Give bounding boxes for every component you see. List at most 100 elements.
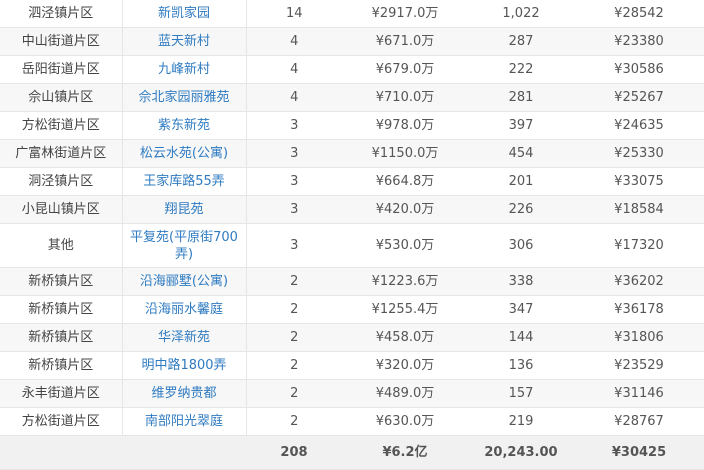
total-price-cell: ¥664.8万 xyxy=(342,167,468,196)
community-link[interactable]: 明中路1800弄 xyxy=(122,351,247,380)
unit-price-cell: ¥23529 xyxy=(574,351,704,380)
district-cell: 方松街道片区 xyxy=(0,407,123,436)
community-link[interactable]: 紫东新苑 xyxy=(122,111,247,140)
totals-area: 20,243.00 xyxy=(468,435,574,470)
community-link[interactable]: 松云水苑(公寓) xyxy=(122,139,247,168)
community-name[interactable]: 平复苑(平原街700弄) xyxy=(129,229,239,263)
listing-count-cell: 3 xyxy=(246,139,342,168)
totals-unit-price: ¥30425 xyxy=(574,435,704,470)
community-link[interactable]: 王家库路55弄 xyxy=(122,167,247,196)
district-cell: 岳阳街道片区 xyxy=(0,55,123,84)
total-price-cell: ¥420.0万 xyxy=(342,195,468,224)
total-price-cell: ¥630.0万 xyxy=(342,407,468,436)
total-price-cell: ¥710.0万 xyxy=(342,83,468,112)
community-link[interactable]: 沿海丽水馨庭 xyxy=(122,295,247,324)
community-link[interactable]: 维罗纳贵都 xyxy=(122,379,247,408)
community-link[interactable]: 南部阳光翠庭 xyxy=(122,407,247,436)
area-cell: 306 xyxy=(468,223,574,268)
area-cell: 281 xyxy=(468,83,574,112)
listing-count-cell: 3 xyxy=(246,167,342,196)
district-cell: 新桥镇片区 xyxy=(0,323,123,352)
table-body: 泗泾镇片区 新凯家园 14 ¥2917.0万 1,022 ¥28542 中山街道片区 蓝天新村… xyxy=(0,0,704,436)
area-cell: 397 xyxy=(468,111,574,140)
listing-count-cell: 2 xyxy=(246,379,342,408)
unit-price-cell: ¥36202 xyxy=(574,267,704,296)
area-cell: 201 xyxy=(468,167,574,196)
community-link[interactable]: 九峰新村 xyxy=(122,55,247,84)
listing-count-cell: 2 xyxy=(246,323,342,352)
listing-count-cell: 4 xyxy=(246,83,342,112)
listing-table: 泗泾镇片区 新凯家园 14 ¥2917.0万 1,022 ¥28542 中山街道片区 蓝天新村… xyxy=(0,0,704,470)
table-row: 方松街道片区 紫东新苑 3 ¥978.0万 397 ¥24635 xyxy=(0,111,704,140)
listing-count-cell: 3 xyxy=(246,223,342,268)
community-link[interactable]: 佘北家园丽雅苑 xyxy=(122,83,247,112)
table-row: 其他 平复苑(平原街700弄) 3 ¥530.0万 306 ¥17320 xyxy=(0,223,704,268)
area-cell: 219 xyxy=(468,407,574,436)
unit-price-cell: ¥17320 xyxy=(574,223,704,268)
community-name[interactable]: 维罗纳贵都 xyxy=(151,385,216,402)
table-row: 佘山镇片区 佘北家园丽雅苑 4 ¥710.0万 281 ¥25267 xyxy=(0,83,704,112)
totals-row: 208 ¥6.2亿 20,243.00 ¥30425 xyxy=(0,435,704,470)
community-name[interactable]: 沿海郦墅(公寓) xyxy=(140,273,228,290)
district-cell: 新桥镇片区 xyxy=(0,295,123,324)
community-link[interactable]: 华泽新苑 xyxy=(122,323,247,352)
table-row: 新桥镇片区 明中路1800弄 2 ¥320.0万 136 ¥23529 xyxy=(0,351,704,380)
community-name[interactable]: 松云水苑(公寓) xyxy=(140,145,228,162)
table-row: 方松街道片区 南部阳光翠庭 2 ¥630.0万 219 ¥28767 xyxy=(0,407,704,436)
community-name[interactable]: 华泽新苑 xyxy=(158,329,210,346)
total-price-cell: ¥1223.6万 xyxy=(342,267,468,296)
total-price-cell: ¥489.0万 xyxy=(342,379,468,408)
community-link[interactable]: 翔昆苑 xyxy=(122,195,247,224)
total-price-cell: ¥978.0万 xyxy=(342,111,468,140)
listing-count-cell: 14 xyxy=(246,0,342,28)
community-link[interactable]: 蓝天新村 xyxy=(122,27,247,56)
district-cell: 洞泾镇片区 xyxy=(0,167,123,196)
listing-count-cell: 2 xyxy=(246,407,342,436)
community-name[interactable]: 王家库路55弄 xyxy=(143,173,225,190)
table-row: 新桥镇片区 华泽新苑 2 ¥458.0万 144 ¥31806 xyxy=(0,323,704,352)
table-row: 泗泾镇片区 新凯家园 14 ¥2917.0万 1,022 ¥28542 xyxy=(0,0,704,28)
listing-count-cell: 3 xyxy=(246,195,342,224)
unit-price-cell: ¥18584 xyxy=(574,195,704,224)
district-cell: 小昆山镇片区 xyxy=(0,195,123,224)
unit-price-cell: ¥25330 xyxy=(574,139,704,168)
community-link[interactable]: 平复苑(平原街700弄) xyxy=(122,223,247,268)
total-price-cell: ¥1255.4万 xyxy=(342,295,468,324)
listing-count-cell: 3 xyxy=(246,111,342,140)
community-name[interactable]: 翔昆苑 xyxy=(164,201,203,218)
area-cell: 222 xyxy=(468,55,574,84)
area-cell: 144 xyxy=(468,323,574,352)
community-link[interactable]: 沿海郦墅(公寓) xyxy=(122,267,247,296)
total-price-cell: ¥458.0万 xyxy=(342,323,468,352)
community-name[interactable]: 九峰新村 xyxy=(158,61,210,78)
district-cell: 广富林街道片区 xyxy=(0,139,123,168)
table-row: 新桥镇片区 沿海郦墅(公寓) 2 ¥1223.6万 338 ¥36202 xyxy=(0,267,704,296)
community-link[interactable]: 新凯家园 xyxy=(122,0,247,28)
total-price-cell: ¥320.0万 xyxy=(342,351,468,380)
area-cell: 338 xyxy=(468,267,574,296)
table-row: 小昆山镇片区 翔昆苑 3 ¥420.0万 226 ¥18584 xyxy=(0,195,704,224)
district-cell: 方松街道片区 xyxy=(0,111,123,140)
listing-count-cell: 2 xyxy=(246,351,342,380)
community-name[interactable]: 新凯家园 xyxy=(158,5,210,22)
listing-count-cell: 4 xyxy=(246,55,342,84)
table-row: 广富林街道片区 松云水苑(公寓) 3 ¥1150.0万 454 ¥25330 xyxy=(0,139,704,168)
community-name[interactable]: 蓝天新村 xyxy=(158,33,210,50)
total-price-cell: ¥679.0万 xyxy=(342,55,468,84)
community-name[interactable]: 佘北家园丽雅苑 xyxy=(138,89,229,106)
community-name[interactable]: 南部阳光翠庭 xyxy=(145,413,223,430)
community-name[interactable]: 紫东新苑 xyxy=(158,117,210,134)
table-row: 洞泾镇片区 王家库路55弄 3 ¥664.8万 201 ¥33075 xyxy=(0,167,704,196)
community-name[interactable]: 沿海丽水馨庭 xyxy=(145,301,223,318)
totals-count: 208 xyxy=(246,435,342,470)
district-cell: 永丰街道片区 xyxy=(0,379,123,408)
unit-price-cell: ¥33075 xyxy=(574,167,704,196)
listing-count-cell: 2 xyxy=(246,267,342,296)
totals-district xyxy=(0,435,122,470)
listing-count-cell: 2 xyxy=(246,295,342,324)
unit-price-cell: ¥36178 xyxy=(574,295,704,324)
area-cell: 287 xyxy=(468,27,574,56)
district-cell: 泗泾镇片区 xyxy=(0,0,123,28)
community-name[interactable]: 明中路1800弄 xyxy=(141,357,226,374)
table-row: 永丰街道片区 维罗纳贵都 2 ¥489.0万 157 ¥31146 xyxy=(0,379,704,408)
